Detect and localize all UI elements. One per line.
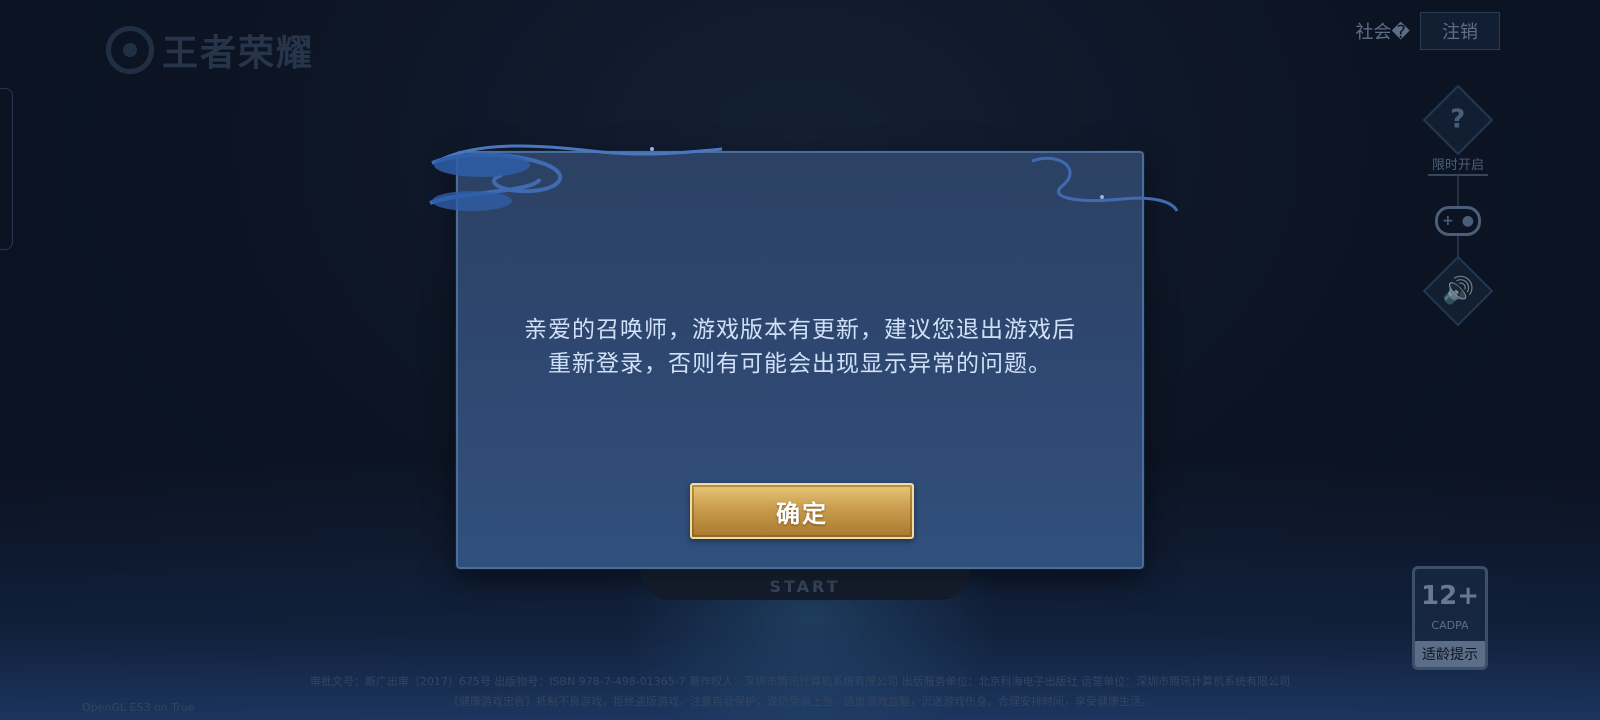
cloud-swirl-decoration	[429, 144, 1179, 212]
dialog-message-line-1: 亲爱的召唤师，游戏版本有更新，建议您退出游戏后	[524, 317, 1076, 343]
dialog-message-line-2: 重新登录，否则有可能会出现显示异常的问题。	[548, 351, 1052, 377]
confirm-button[interactable]: 确定	[690, 483, 914, 539]
update-notice-dialog: 亲爱的召唤师，游戏版本有更新，建议您退出游戏后 重新登录，否则有可能会出现显示异…	[429, 144, 1179, 569]
dialog-message: 亲爱的召唤师，游戏版本有更新，建议您退出游戏后 重新登录，否则有可能会出现显示异…	[458, 313, 1142, 381]
